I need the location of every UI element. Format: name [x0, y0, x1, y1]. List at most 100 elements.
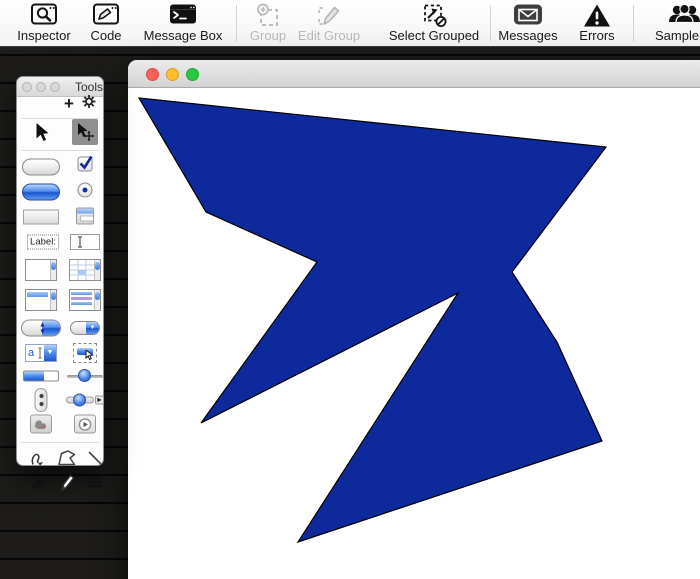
- message-box-terminal-icon: [136, 2, 230, 28]
- toolbar-label: Group: [240, 28, 296, 44]
- label-tool[interactable]: Label:: [27, 235, 59, 250]
- line-icon: [87, 450, 103, 466]
- close-button[interactable]: [146, 68, 159, 81]
- palette-minimize-button[interactable]: [36, 82, 46, 92]
- freehand-curve-icon: [30, 449, 48, 468]
- pencil-tool[interactable]: [59, 473, 75, 491]
- toolbar-divider: [490, 5, 491, 41]
- add-control-button[interactable]: +: [64, 97, 74, 111]
- combo-popup-tool[interactable]: ▼: [70, 321, 100, 335]
- slider-tool[interactable]: [67, 369, 103, 383]
- sample-stacks-people-icon: [637, 2, 700, 28]
- button-tool[interactable]: [22, 159, 60, 176]
- rect-button-tool[interactable]: [23, 210, 59, 225]
- toolbar-label: Select Grouped: [378, 28, 490, 44]
- palette-title: Tools: [75, 80, 103, 94]
- player-tool[interactable]: [74, 415, 96, 434]
- polygon-shape-icon: [57, 449, 77, 467]
- checkbox-icon: [78, 157, 93, 172]
- styled-list-icon: [69, 289, 101, 311]
- brush-lines-icon: [88, 475, 103, 490]
- toolbar-divider: [633, 5, 634, 41]
- text-entry-tool[interactable]: [70, 234, 100, 250]
- fill-tool[interactable]: [30, 473, 48, 491]
- toolbar-inspector-button[interactable]: Inspector: [8, 2, 80, 46]
- list-field-tool[interactable]: [25, 289, 57, 311]
- table-field-icon: [69, 259, 101, 281]
- combo-box-tool[interactable]: a ▼: [25, 344, 57, 362]
- pointer-tool[interactable]: [72, 119, 98, 145]
- fill-bucket-icon: [30, 473, 48, 491]
- rect-button-icon: [23, 210, 59, 225]
- pointer-arrow-move-icon: [75, 122, 95, 142]
- code-window-icon: [84, 2, 128, 28]
- popup-menu-icon: ▼: [70, 321, 100, 335]
- toolbar-label: Message Box: [136, 28, 230, 44]
- toolbar-messages-button[interactable]: Messages: [493, 2, 563, 46]
- player-icon: [74, 415, 96, 434]
- combo-box-icon: a ▼: [25, 344, 57, 362]
- tab-panel-icon: [76, 208, 94, 225]
- toolbar-label: Edit Group: [296, 28, 362, 44]
- styled-list-tool[interactable]: [69, 289, 101, 311]
- main-toolbar: Inspector Code Message Box Group E: [0, 0, 700, 47]
- browse-tool[interactable]: [33, 122, 50, 142]
- list-field-icon: [25, 289, 57, 311]
- table-field-tool[interactable]: [69, 259, 101, 281]
- zoom-button[interactable]: [186, 68, 199, 81]
- toolbar-divider: [236, 5, 237, 41]
- browse-arrow-icon: [33, 122, 50, 142]
- errors-warning-icon: [570, 2, 624, 28]
- button-menu-tool[interactable]: [73, 343, 97, 363]
- toolbar-sample-stacks-button[interactable]: Sample St: [637, 2, 700, 46]
- edit-group-pencil-icon: [296, 2, 362, 28]
- inspector-window-icon: [8, 2, 80, 28]
- pencil-icon: [59, 473, 75, 491]
- scrolling-field-icon: [25, 259, 57, 281]
- stack-canvas[interactable]: [128, 88, 700, 579]
- progress-bar-icon: [23, 371, 59, 382]
- polygon-graphic[interactable]: [139, 98, 606, 542]
- tools-palette: Tools + Label:: [16, 76, 104, 466]
- palette-settings-button[interactable]: [82, 95, 96, 114]
- text-entry-icon: [70, 234, 100, 250]
- palette-close-button[interactable]: [22, 82, 32, 92]
- toolbar-message-box-button[interactable]: Message Box: [136, 2, 230, 46]
- toolbar-label: Code: [84, 28, 128, 44]
- toolbar-label: Sample St: [637, 28, 700, 44]
- option-menu-tool[interactable]: ▲▼: [21, 320, 61, 337]
- brush-tool[interactable]: [88, 475, 103, 490]
- image-area-icon: [30, 415, 52, 434]
- tab-panel-tool[interactable]: [76, 208, 94, 225]
- scrollbar-icon: ▶: [66, 393, 104, 408]
- stepper-tool[interactable]: [35, 388, 48, 412]
- image-tool[interactable]: [30, 415, 52, 434]
- toolbar-label: Inspector: [8, 28, 80, 44]
- radio-button-icon: [78, 183, 93, 198]
- progress-bar-tool[interactable]: [23, 371, 59, 382]
- toolbar-code-button[interactable]: Code: [84, 2, 128, 46]
- toolbar-errors-button[interactable]: Errors: [570, 2, 624, 46]
- stepper-icon: [35, 388, 48, 412]
- toolbar-label: Errors: [570, 28, 624, 44]
- label-field-icon: Label:: [27, 235, 59, 250]
- stack-window-titlebar[interactable]: [128, 60, 700, 88]
- gear-icon: [82, 95, 96, 114]
- checkbox-tool[interactable]: [78, 157, 93, 172]
- line-tool[interactable]: [87, 450, 103, 466]
- default-button-tool[interactable]: [22, 184, 60, 201]
- curve-tool[interactable]: [30, 449, 48, 468]
- toolbar-edit-group-button: Edit Group: [296, 2, 362, 46]
- rounded-button-icon: [22, 159, 60, 176]
- radio-button-tool[interactable]: [78, 183, 93, 198]
- polygon-tool[interactable]: [57, 449, 77, 467]
- toolbar-select-grouped-button[interactable]: Select Grouped: [378, 2, 490, 46]
- minimize-button[interactable]: [166, 68, 179, 81]
- toolbar-group-button: Group: [240, 2, 296, 46]
- option-menu-icon: ▲▼: [21, 320, 61, 337]
- scrolling-field-tool[interactable]: [25, 259, 57, 281]
- slider-icon: [67, 369, 103, 383]
- palette-zoom-button[interactable]: [50, 82, 60, 92]
- desktop: Inspector Code Message Box Group E: [0, 0, 700, 579]
- scrollbar-tool[interactable]: ▶: [66, 393, 104, 408]
